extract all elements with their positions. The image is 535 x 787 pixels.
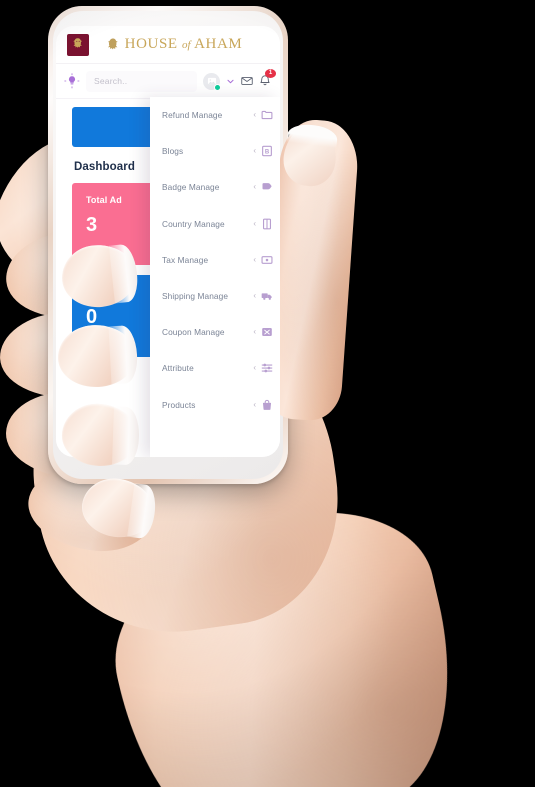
menu-item-blogs[interactable]: Blogs ‹ B bbox=[150, 133, 280, 169]
notification-bell[interactable]: 1 bbox=[259, 69, 276, 88]
envelope-icon[interactable] bbox=[241, 75, 253, 87]
menu-item-label: Tax Manage bbox=[162, 254, 209, 265]
fingernail-4 bbox=[78, 474, 158, 542]
chevron-left-icon: ‹ bbox=[253, 327, 256, 337]
menu-item-attribute[interactable]: Attribute ‹ bbox=[150, 350, 280, 386]
menu-item-label: Blogs bbox=[162, 146, 184, 157]
menu-item-label: Shipping Manage bbox=[162, 291, 229, 302]
menu-item-label: Badge Manage bbox=[162, 182, 220, 193]
lion-emblem-icon bbox=[107, 38, 118, 49]
menu-item-label: Country Manage bbox=[162, 218, 225, 229]
lion-crest-icon[interactable] bbox=[67, 33, 89, 56]
flag-book-icon bbox=[261, 218, 273, 230]
chevron-left-icon: ‹ bbox=[253, 291, 256, 301]
forearm bbox=[90, 486, 480, 787]
brand-name-part1: HOUSE bbox=[124, 36, 178, 52]
menu-item-label: Refund Manage bbox=[162, 110, 223, 121]
index-fingernail bbox=[280, 123, 340, 189]
truck-icon bbox=[261, 290, 273, 302]
brand-title-group: HOUSE of AHAM bbox=[89, 36, 258, 53]
lightbulb-icon[interactable] bbox=[64, 73, 80, 89]
svg-text:B: B bbox=[265, 150, 270, 156]
menu-item-label: Products bbox=[162, 399, 196, 410]
phone-device: HOUSE of AHAM Search.. 1 Dashboard Total… bbox=[48, 6, 288, 484]
notification-count-badge: 1 bbox=[265, 69, 276, 78]
brand-name: HOUSE of AHAM bbox=[125, 36, 243, 53]
chevron-left-icon: ‹ bbox=[253, 254, 256, 264]
chevron-left-icon: ‹ bbox=[253, 182, 256, 192]
brand-header: HOUSE of AHAM bbox=[56, 26, 280, 64]
menu-item-tax-manage[interactable]: Tax Manage ‹ bbox=[150, 242, 280, 278]
phone-bezel: HOUSE of AHAM Search.. 1 Dashboard Total… bbox=[53, 11, 283, 479]
scene: HOUSE of AHAM Search.. 1 Dashboard Total… bbox=[0, 0, 535, 787]
blog-icon: B bbox=[261, 145, 273, 157]
menu-item-refund-manage[interactable]: Refund Manage ‹ bbox=[150, 97, 280, 133]
avatar[interactable] bbox=[203, 72, 221, 91]
chevron-left-icon: ‹ bbox=[253, 146, 256, 156]
chevron-left-icon: ‹ bbox=[253, 218, 256, 228]
chevron-down-icon[interactable] bbox=[226, 77, 235, 86]
chevron-left-icon: ‹ bbox=[253, 363, 256, 373]
menu-item-country-manage[interactable]: Country Manage ‹ bbox=[150, 206, 280, 242]
badge-tag-icon bbox=[261, 181, 273, 193]
menu-item-label: Attribute bbox=[162, 363, 194, 374]
tax-card-icon bbox=[261, 254, 273, 266]
brand-name-part2: AHAM bbox=[194, 36, 243, 52]
phone-screen: HOUSE of AHAM Search.. 1 Dashboard Total… bbox=[56, 26, 280, 457]
brand-name-of: of bbox=[182, 39, 191, 51]
menu-item-label: Coupon Manage bbox=[162, 327, 225, 338]
lion-crest-glyph bbox=[73, 38, 83, 48]
chevron-left-icon: ‹ bbox=[253, 110, 256, 120]
online-status-dot bbox=[214, 83, 221, 91]
search-placeholder: Search.. bbox=[94, 76, 128, 86]
chevron-left-icon: ‹ bbox=[253, 399, 256, 409]
app-toolbar: Search.. 1 bbox=[56, 64, 280, 99]
menu-item-coupon-manage[interactable]: Coupon Manage ‹ bbox=[150, 314, 280, 350]
search-input[interactable]: Search.. bbox=[86, 70, 197, 92]
coupon-icon bbox=[261, 326, 273, 338]
menu-item-badge-manage[interactable]: Badge Manage ‹ bbox=[150, 169, 280, 205]
sliders-icon bbox=[261, 362, 273, 374]
shopping-bag-icon bbox=[261, 399, 273, 411]
folder-icon bbox=[261, 109, 273, 121]
menu-item-products[interactable]: Products ‹ bbox=[150, 387, 280, 423]
slide-out-menu: Refund Manage ‹ Blogs ‹ B Badge Manage ‹… bbox=[150, 97, 280, 457]
menu-item-shipping-manage[interactable]: Shipping Manage ‹ bbox=[150, 278, 280, 314]
